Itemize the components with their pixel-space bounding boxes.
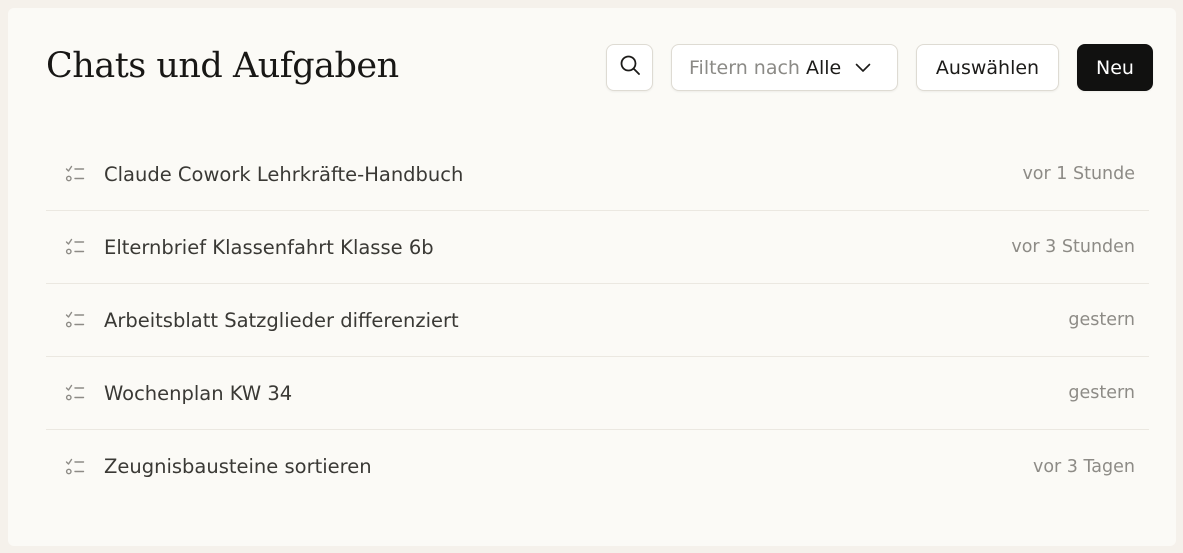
- task-list-icon: [64, 236, 86, 258]
- list-item-timestamp: vor 1 Stunde: [1022, 164, 1135, 184]
- chat-task-list: Claude Cowork Lehrkräfte-Handbuch vor 1 …: [46, 138, 1149, 503]
- list-item-timestamp: vor 3 Tagen: [1032, 456, 1135, 477]
- list-item-title: Wochenplan KW 34: [104, 381, 293, 405]
- list-item-title: Arbeitsblatt Satzglieder differenziert: [104, 308, 459, 332]
- task-list-icon: [64, 309, 86, 331]
- list-item[interactable]: Arbeitsblatt Satzglieder differenziert g…: [46, 284, 1149, 357]
- search-button[interactable]: [606, 44, 653, 91]
- select-button[interactable]: Auswählen: [916, 44, 1059, 91]
- filter-selected-value: Alle: [805, 56, 842, 79]
- list-item[interactable]: Claude Cowork Lehrkräfte-Handbuch vor 1 …: [46, 138, 1149, 211]
- main-panel: Chats und Aufgaben Filtern nach Alle Aus…: [8, 8, 1176, 546]
- list-item[interactable]: Wochenplan KW 34 gestern: [46, 357, 1149, 430]
- list-item-title: Elternbrief Klassenfahrt Klasse 6b: [104, 235, 434, 259]
- list-item-title: Claude Cowork Lehrkräfte-Handbuch: [104, 162, 464, 186]
- task-list-icon: [64, 382, 86, 404]
- toolbar: Filtern nach Alle Auswählen Neu: [606, 44, 1153, 91]
- list-item[interactable]: Elternbrief Klassenfahrt Klasse 6b vor 3…: [46, 211, 1149, 284]
- task-list-icon: [64, 456, 86, 478]
- list-item-timestamp: gestern: [1068, 383, 1135, 403]
- filter-dropdown[interactable]: Filtern nach Alle: [671, 44, 898, 91]
- list-item-title: Zeugnisbausteine sortieren: [104, 455, 372, 478]
- chevron-down-icon: [855, 63, 871, 73]
- list-item-timestamp: gestern: [1068, 310, 1135, 330]
- list-item[interactable]: Zeugnisbausteine sortieren vor 3 Tagen: [46, 430, 1149, 503]
- filter-label: Filtern nach: [689, 56, 800, 79]
- search-icon: [618, 53, 642, 82]
- task-list-icon: [64, 163, 86, 185]
- page-title: Chats und Aufgaben: [46, 46, 399, 86]
- list-item-timestamp: vor 3 Stunden: [1011, 237, 1135, 257]
- new-button[interactable]: Neu: [1077, 44, 1153, 91]
